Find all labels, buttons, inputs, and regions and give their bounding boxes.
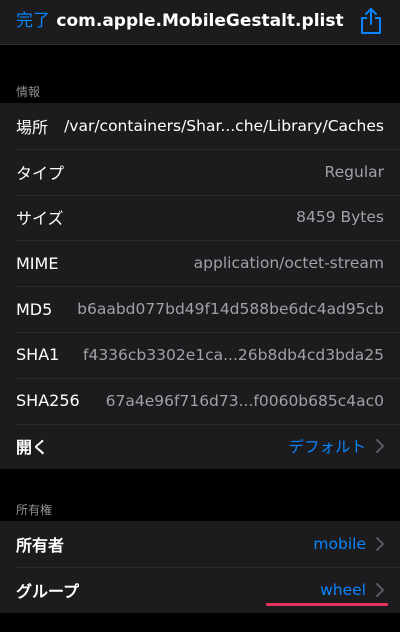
highlight-underline (266, 603, 388, 606)
row-value: application/octet-stream (193, 254, 384, 273)
row-size: サイズ 8459 Bytes (0, 194, 400, 241)
row-label: SHA256 (16, 391, 80, 411)
row-value[interactable]: mobile (305, 535, 366, 553)
row-label: タイプ (16, 163, 65, 183)
page-title: com.apple.MobileGestalt.plist (56, 11, 344, 31)
row-label: SHA1 (16, 345, 60, 365)
share-icon[interactable] (358, 7, 384, 35)
row-value: f4336cb3302e1ca...26b8db4cd3bda25 (83, 345, 384, 364)
row-label: 場所 (16, 117, 49, 137)
ownership-group: 所有者 mobile グループ wheel (0, 521, 400, 613)
row-value: 67a4e96f716d73...f0060b685c4ac0 (105, 391, 384, 410)
section-header-info: 情報 (16, 85, 41, 99)
row-label: MIME (16, 253, 59, 273)
section-header-ownership: 所有権 (16, 503, 53, 517)
chevron-right-icon (376, 536, 384, 551)
row-sha256: SHA256 67a4e96f716d73...f0060b685c4ac0 (0, 377, 400, 424)
chevron-right-icon (376, 439, 384, 454)
row-value: /var/containers/Shar...che/Library/Cache… (64, 116, 384, 135)
row-value: 8459 Bytes (296, 208, 384, 227)
row-label: MD5 (16, 299, 53, 319)
row-value: Regular (324, 162, 384, 181)
row-value[interactable]: デフォルト (280, 435, 366, 457)
row-owner[interactable]: 所有者 mobile (0, 521, 400, 567)
row-label: サイズ (16, 209, 64, 229)
row-label: 所有者 (16, 535, 65, 555)
row-location: 場所 /var/containers/Shar...che/Library/Ca… (0, 103, 400, 149)
row-type: タイプ Regular (0, 148, 400, 195)
row-value: b6aabd077bd49f14d588be6dc4ad95cb (77, 300, 384, 319)
row-md5: MD5 b6aabd077bd49f14d588be6dc4ad95cb (0, 286, 400, 332)
chevron-right-icon (376, 582, 384, 597)
navigation-bar: 完了 com.apple.MobileGestalt.plist (0, 0, 400, 45)
row-open-with[interactable]: 開く デフォルト (0, 423, 400, 470)
row-value[interactable]: wheel (312, 581, 366, 599)
row-mime: MIME application/octet-stream (0, 240, 400, 286)
row-sha1: SHA1 f4336cb3302e1ca...26b8db4cd3bda25 (0, 331, 400, 378)
row-label: 開く (16, 438, 49, 458)
row-label: グループ (16, 581, 80, 601)
info-group: 場所 /var/containers/Shar...che/Library/Ca… (0, 103, 400, 470)
